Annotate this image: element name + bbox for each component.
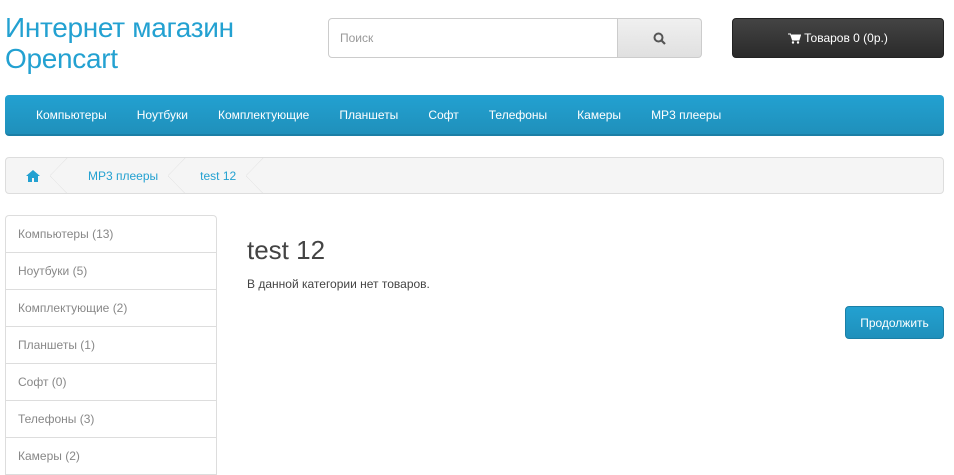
cart-label: Товаров 0 (0р.) bbox=[804, 31, 888, 45]
menu-item-laptops[interactable]: Ноутбуки bbox=[122, 108, 203, 122]
continue-button[interactable]: Продолжить bbox=[845, 306, 944, 339]
search-button[interactable] bbox=[618, 18, 702, 58]
page-title: test 12 bbox=[247, 235, 326, 265]
menu-item-phones[interactable]: Телефоны bbox=[474, 108, 562, 122]
cart-button[interactable]: Товаров 0 (0р.) bbox=[732, 18, 944, 58]
logo-line-2: Opencart bbox=[5, 43, 118, 74]
breadcrumb-home[interactable] bbox=[6, 157, 68, 194]
menu-item-cameras[interactable]: Камеры bbox=[562, 108, 636, 122]
sidebar-item-components[interactable]: Комплектующие (2) bbox=[6, 290, 216, 327]
search-bar bbox=[328, 18, 702, 58]
sidebar-item-software[interactable]: Софт (0) bbox=[6, 364, 216, 401]
sidebar-item-computers[interactable]: Компьютеры (13) bbox=[6, 216, 216, 253]
menu-item-mp3[interactable]: MP3 плееры bbox=[636, 108, 736, 122]
breadcrumb-mp3[interactable]: MP3 плееры bbox=[68, 157, 187, 194]
menu-item-tablets[interactable]: Планшеты bbox=[324, 108, 413, 122]
main-menu: Компьютеры Ноутбуки Комплектующие Планше… bbox=[5, 95, 944, 136]
menu-item-components[interactable]: Комплектующие bbox=[203, 108, 324, 122]
sidebar-item-laptops[interactable]: Ноутбуки (5) bbox=[6, 253, 216, 290]
menu-item-software[interactable]: Софт bbox=[413, 108, 473, 122]
search-input[interactable] bbox=[328, 18, 618, 58]
home-icon bbox=[26, 169, 40, 182]
menu-item-computers[interactable]: Компьютеры bbox=[21, 108, 122, 122]
sidebar-item-cameras[interactable]: Камеры (2) bbox=[6, 438, 216, 475]
search-icon bbox=[653, 32, 666, 45]
breadcrumb: MP3 плееры test 12 bbox=[5, 157, 944, 194]
sidebar-item-tablets[interactable]: Планшеты (1) bbox=[6, 327, 216, 364]
logo-line-1: Интернет магазин bbox=[5, 12, 234, 43]
cart-icon bbox=[788, 33, 802, 44]
category-sidebar: Компьютеры (13) Ноутбуки (5) Комплектующ… bbox=[5, 215, 217, 475]
breadcrumb-current[interactable]: test 12 bbox=[186, 157, 265, 194]
store-logo[interactable]: Интернет магазин Opencart bbox=[5, 12, 234, 74]
sidebar-item-phones[interactable]: Телефоны (3) bbox=[6, 401, 216, 438]
empty-category-text: В данной категории нет товаров. bbox=[247, 277, 430, 291]
